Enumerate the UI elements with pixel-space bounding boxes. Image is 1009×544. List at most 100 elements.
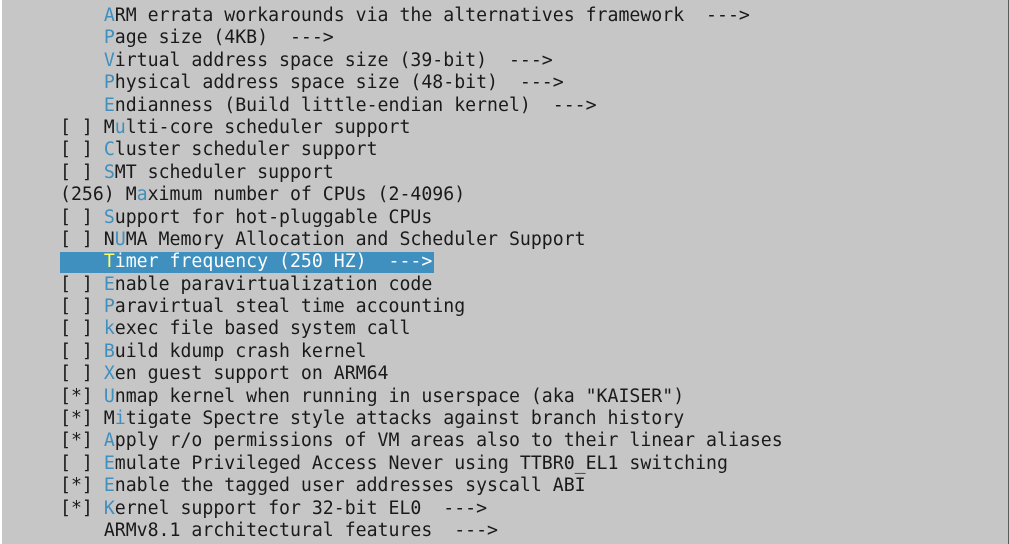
- menu-item-label: imer frequency (250 HZ) --->: [114, 251, 433, 273]
- menu-item-prefix: [*]: [60, 430, 104, 452]
- menu-item-text: Timer frequency (250 HZ) --->: [60, 251, 433, 273]
- menu-item[interactable]: [ ] SMT scheduler support: [60, 162, 783, 184]
- menuconfig-screen: ARM errata workarounds via the alternati…: [0, 0, 1009, 544]
- menu-item-prefix: [ ]: [60, 340, 104, 362]
- menu-item-prefix: [60, 251, 104, 272]
- menu-item-text: [ ] Cluster scheduler support: [60, 139, 378, 160]
- menu-item-prefix: [*]: [60, 497, 104, 519]
- menu-item-text: [ ] Multi-core scheduler support: [60, 117, 410, 138]
- menu-item-prefix: [ ]: [60, 161, 104, 183]
- menu-item-label: en guest support on ARM64: [114, 363, 389, 385]
- menu-item-hotkey: A: [103, 430, 115, 452]
- menu-item[interactable]: [*] Unmap kernel when running in userspa…: [60, 386, 783, 408]
- menu-item-text: Endianness (Build little-endian kernel) …: [60, 95, 597, 116]
- menu-item-hotkey: k: [103, 318, 115, 340]
- menu-item-prefix: [ ]: [60, 296, 104, 318]
- menu-item-hotkey: E: [103, 452, 115, 474]
- menu-item-label: upport for hot-pluggable CPUs: [114, 206, 433, 228]
- menu-item[interactable]: [*] Mitigate Spectre style attacks again…: [60, 408, 783, 430]
- menu-item-text: [*] Unmap kernel when running in userspa…: [60, 386, 684, 407]
- menu-item-hotkey: B: [103, 340, 115, 362]
- menu-item[interactable]: Endianness (Build little-endian kernel) …: [60, 95, 783, 117]
- menu-item[interactable]: [*] Kernel support for 32-bit EL0 --->: [60, 498, 783, 520]
- menu-item[interactable]: [ ] Cluster scheduler support: [60, 139, 783, 161]
- menu-item[interactable]: [ ] Xen guest support on ARM64: [60, 363, 783, 385]
- menu-item-label: nmap kernel when running in userspace (a…: [114, 385, 685, 407]
- menu-item-text: [ ] Paravirtual steal time accounting: [60, 296, 465, 317]
- menu-item[interactable]: (256) Maximum number of CPUs (2-4096): [60, 184, 783, 206]
- menu-item-label: aravirtual steal time accounting: [114, 296, 466, 318]
- menu-item-label: RM errata workarounds via the alternativ…: [114, 5, 750, 26]
- menu-item-hotkey: A: [103, 5, 115, 26]
- menu-item-hotkey: U: [114, 228, 126, 250]
- menu-item-prefix: [60, 5, 104, 26]
- menu-item[interactable]: [ ] Support for hot-pluggable CPUs: [60, 207, 783, 229]
- menu-item-prefix: [ ]: [60, 139, 104, 161]
- menu-item-hotkey: P: [103, 27, 115, 49]
- menu-item[interactable]: [*] Enable the tagged user addresses sys…: [60, 475, 783, 497]
- menu-item-text: [*] Apply r/o permissions of VM areas al…: [60, 430, 783, 451]
- menu-item-label: nable the tagged user addresses syscall …: [114, 475, 586, 497]
- menu-item-hotkey: V: [103, 49, 115, 71]
- menu-item-prefix: [ ]: [60, 206, 104, 228]
- menu-item-text: [ ] NUMA Memory Allocation and Scheduler…: [60, 229, 586, 250]
- menu-item[interactable]: [ ] Multi-core scheduler support: [60, 117, 783, 139]
- menu-item[interactable]: [ ] Enable paravirtualization code: [60, 274, 783, 296]
- menu-item-label: nable paravirtualization code: [114, 273, 433, 295]
- menu-item-text: [ ] Enable paravirtualization code: [60, 274, 432, 295]
- menu-item-hotkey: X: [103, 363, 115, 385]
- menu-item-prefix: [*]: [60, 475, 104, 497]
- menu-item-text: Page size (4KB) --->: [60, 27, 334, 48]
- menu-item-prefix: [ ] M: [60, 116, 115, 138]
- menu-item-label: age size (4KB) --->: [114, 27, 334, 49]
- menu-item-prefix: [60, 520, 104, 541]
- menu-item-label: hysical address space size (48-bit) --->: [114, 72, 564, 94]
- menu-item-prefix: [ ]: [60, 452, 104, 474]
- menu-item-text: [ ] Xen guest support on ARM64: [60, 363, 389, 384]
- menu-item-text: Physical address space size (48-bit) ---…: [60, 72, 564, 93]
- menu-item-text: ARM errata workarounds via the alternati…: [60, 5, 750, 26]
- menu-item-label: ximum number of CPUs (2-4096): [147, 184, 466, 206]
- menu-item-label: ARMv8.1 architectural features --->: [103, 519, 499, 541]
- menu-item[interactable]: [ ] Paravirtual steal time accounting: [60, 296, 783, 318]
- menu-item-prefix: [60, 50, 104, 71]
- menu-item-label: irtual address space size (39-bit) --->: [114, 49, 553, 71]
- menu-item-text: [*] Enable the tagged user addresses sys…: [60, 475, 586, 496]
- menu-item-text: [ ] Build kdump crash kernel: [60, 341, 367, 362]
- menu-item-label: pply r/o permissions of VM areas also to…: [114, 430, 783, 452]
- menu-item[interactable]: [*] Apply r/o permissions of VM areas al…: [60, 430, 783, 452]
- menu-item-hotkey: P: [103, 72, 115, 94]
- menu-item-label: tigate Spectre style attacks against bra…: [125, 408, 685, 430]
- menu-item[interactable]: [ ] NUMA Memory Allocation and Scheduler…: [60, 229, 783, 251]
- menu-item[interactable]: Physical address space size (48-bit) ---…: [60, 72, 783, 94]
- menu-item-text: [*] Mitigate Spectre style attacks again…: [60, 408, 684, 429]
- menu-item[interactable]: [ ] Emulate Privileged Access Never usin…: [60, 453, 783, 475]
- menu-item-label: ndianness (Build little-endian kernel) -…: [114, 94, 597, 116]
- menu-item-text: Virtual address space size (39-bit) --->: [60, 50, 553, 71]
- menu-item-hotkey: a: [136, 184, 148, 206]
- menu-item-label: uild kdump crash kernel: [114, 340, 367, 362]
- menu-item[interactable]: ARMv8.1 architectural features --->: [60, 520, 783, 542]
- menu-item-hotkey: E: [103, 94, 115, 116]
- menu-item-text: [ ] Emulate Privileged Access Never usin…: [60, 453, 728, 474]
- menu-item[interactable]: ARM errata workarounds via the alternati…: [60, 5, 783, 27]
- menu-item[interactable]: Page size (4KB) --->: [60, 27, 783, 49]
- menu-item[interactable]: [ ] kexec file based system call: [60, 318, 783, 340]
- menu-item-hotkey: i: [114, 408, 126, 430]
- menu-item[interactable]: Virtual address space size (39-bit) --->: [60, 50, 783, 72]
- menu-item-hotkey: U: [103, 385, 115, 407]
- menu-item-hotkey: T: [103, 251, 115, 273]
- menu-item-prefix: [60, 27, 104, 48]
- menu-item-hotkey: E: [103, 273, 115, 295]
- menu-item-selected[interactable]: Timer frequency (250 HZ) --->: [60, 251, 783, 274]
- menu-item-text: (256) Maximum number of CPUs (2-4096): [60, 184, 465, 205]
- menu-item-prefix: [60, 72, 104, 93]
- menu-item-prefix: [60, 95, 104, 116]
- menu-item-hotkey: u: [114, 116, 126, 138]
- menu-item-label: MA Memory Allocation and Scheduler Suppo…: [125, 228, 586, 250]
- menu-item-label: lti-core scheduler support: [125, 116, 411, 138]
- kernel-config-menu-list: ARM errata workarounds via the alternati…: [60, 5, 783, 542]
- menu-item-label: MT scheduler support: [114, 161, 334, 183]
- menu-item[interactable]: [ ] Build kdump crash kernel: [60, 341, 783, 363]
- menu-item-prefix: [*]: [60, 385, 104, 407]
